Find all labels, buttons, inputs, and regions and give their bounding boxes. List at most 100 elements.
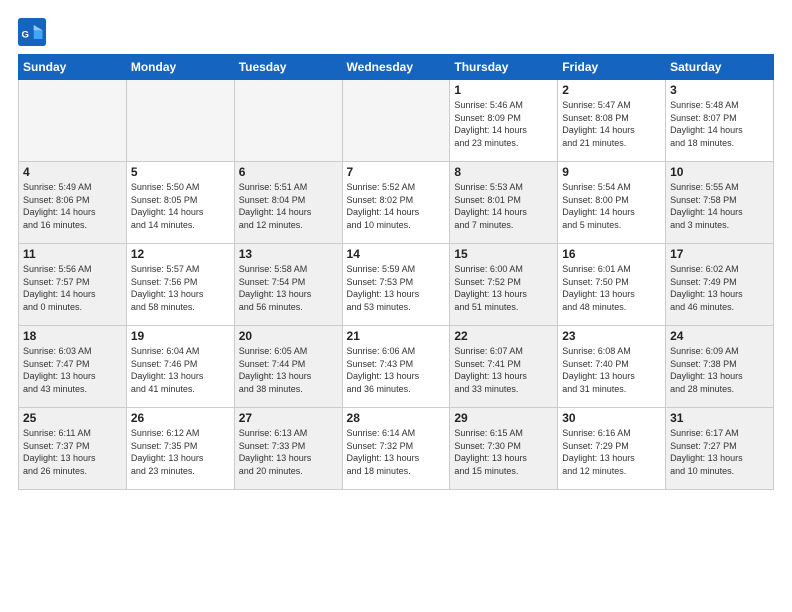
day-number: 9 [562,165,661,179]
calendar-week-2: 4Sunrise: 5:49 AM Sunset: 8:06 PM Daylig… [19,162,774,244]
weekday-header-wednesday: Wednesday [342,55,450,80]
calendar-cell [19,80,127,162]
day-number: 18 [23,329,122,343]
day-info: Sunrise: 5:47 AM Sunset: 8:08 PM Dayligh… [562,99,661,149]
calendar-cell: 3 Sunrise: 5:48 AM Sunset: 8:07 PM Daylig… [666,80,774,162]
calendar-cell: 1Sunrise: 5:46 AM Sunset: 8:09 PM Daylig… [450,80,558,162]
calendar-cell: 14 Sunrise: 5:59 AM Sunset: 7:53 PM Dayli… [342,244,450,326]
calendar-cell [342,80,450,162]
day-info: Sunrise: 6:13 AM Sunset: 7:33 PM Dayligh… [239,427,338,477]
day-info: Sunrise: 6:01 AM Sunset: 7:50 PM Dayligh… [562,263,661,313]
calendar-cell [234,80,342,162]
day-number: 24 [670,329,769,343]
calendar-cell: 25Sunrise: 6:11 AM Sunset: 7:37 PM Dayli… [19,408,127,490]
day-number: 16 [562,247,661,261]
day-info: Sunrise: 5:59 AM Sunset: 7:53 PM Dayligh… [347,263,446,313]
calendar-cell: 5 Sunrise: 5:50 AM Sunset: 8:05 PM Daylig… [126,162,234,244]
page: G SundayMondayTuesdayWednesdayThursdayFr… [0,0,792,612]
calendar-cell: 28Sunrise: 6:14 AM Sunset: 7:32 PM Dayli… [342,408,450,490]
weekday-header-saturday: Saturday [666,55,774,80]
day-info: Sunrise: 6:16 AM Sunset: 7:29 PM Dayligh… [562,427,661,477]
calendar-cell: 16 Sunrise: 6:01 AM Sunset: 7:50 PM Dayli… [558,244,666,326]
day-number: 7 [347,165,446,179]
calendar-cell: 22 Sunrise: 6:07 AM Sunset: 7:41 PM Dayli… [450,326,558,408]
calendar-cell: 18 Sunrise: 6:03 AM Sunset: 7:47 PM Dayli… [19,326,127,408]
day-number: 30 [562,411,661,425]
calendar-week-4: 18 Sunrise: 6:03 AM Sunset: 7:47 PM Dayli… [19,326,774,408]
day-number: 5 [131,165,230,179]
calendar-cell: 30 Sunrise: 6:16 AM Sunset: 7:29 PM Dayli… [558,408,666,490]
weekday-header-friday: Friday [558,55,666,80]
day-number: 19 [131,329,230,343]
day-info: Sunrise: 6:09 AM Sunset: 7:38 PM Dayligh… [670,345,769,395]
weekday-header-sunday: Sunday [19,55,127,80]
calendar-cell: 6 Sunrise: 5:51 AM Sunset: 8:04 PM Daylig… [234,162,342,244]
day-number: 3 [670,83,769,97]
calendar-cell: 10 Sunrise: 5:55 AM Sunset: 7:58 PM Dayli… [666,162,774,244]
calendar-week-5: 25Sunrise: 6:11 AM Sunset: 7:37 PM Dayli… [19,408,774,490]
day-number: 25 [23,411,122,425]
day-info: Sunrise: 6:15 AM Sunset: 7:30 PM Dayligh… [454,427,553,477]
day-number: 22 [454,329,553,343]
day-info: Sunrise: 6:06 AM Sunset: 7:43 PM Dayligh… [347,345,446,395]
calendar-cell: 17 Sunrise: 6:02 AM Sunset: 7:49 PM Dayli… [666,244,774,326]
day-info: Sunrise: 6:03 AM Sunset: 7:47 PM Dayligh… [23,345,122,395]
day-info: Sunrise: 5:55 AM Sunset: 7:58 PM Dayligh… [670,181,769,231]
day-info: Sunrise: 5:51 AM Sunset: 8:04 PM Dayligh… [239,181,338,231]
calendar-cell: 15 Sunrise: 6:00 AM Sunset: 7:52 PM Dayli… [450,244,558,326]
day-info: Sunrise: 5:56 AM Sunset: 7:57 PM Dayligh… [23,263,122,313]
calendar-cell: 13 Sunrise: 5:58 AM Sunset: 7:54 PM Dayli… [234,244,342,326]
svg-text:G: G [22,29,29,40]
day-number: 10 [670,165,769,179]
calendar-cell: 9Sunrise: 5:54 AM Sunset: 8:00 PM Daylig… [558,162,666,244]
day-info: Sunrise: 5:50 AM Sunset: 8:05 PM Dayligh… [131,181,230,231]
day-info: Sunrise: 6:12 AM Sunset: 7:35 PM Dayligh… [131,427,230,477]
calendar-cell [126,80,234,162]
day-number: 29 [454,411,553,425]
day-info: Sunrise: 6:00 AM Sunset: 7:52 PM Dayligh… [454,263,553,313]
day-number: 20 [239,329,338,343]
day-info: Sunrise: 6:02 AM Sunset: 7:49 PM Dayligh… [670,263,769,313]
day-info: Sunrise: 6:04 AM Sunset: 7:46 PM Dayligh… [131,345,230,395]
day-info: Sunrise: 5:57 AM Sunset: 7:56 PM Dayligh… [131,263,230,313]
calendar-cell: 19 Sunrise: 6:04 AM Sunset: 7:46 PM Dayli… [126,326,234,408]
weekday-header-row: SundayMondayTuesdayWednesdayThursdayFrid… [19,55,774,80]
calendar-cell: 29 Sunrise: 6:15 AM Sunset: 7:30 PM Dayli… [450,408,558,490]
calendar-table: SundayMondayTuesdayWednesdayThursdayFrid… [18,54,774,490]
calendar-cell: 11 Sunrise: 5:56 AM Sunset: 7:57 PM Dayli… [19,244,127,326]
calendar-cell: 12 Sunrise: 5:57 AM Sunset: 7:56 PM Dayli… [126,244,234,326]
header: G [18,18,774,46]
weekday-header-tuesday: Tuesday [234,55,342,80]
day-number: 26 [131,411,230,425]
calendar-week-3: 11 Sunrise: 5:56 AM Sunset: 7:57 PM Dayli… [19,244,774,326]
day-number: 6 [239,165,338,179]
day-number: 11 [23,247,122,261]
day-info: Sunrise: 5:53 AM Sunset: 8:01 PM Dayligh… [454,181,553,231]
calendar-cell: 27 Sunrise: 6:13 AM Sunset: 7:33 PM Dayli… [234,408,342,490]
day-number: 23 [562,329,661,343]
day-number: 17 [670,247,769,261]
logo: G [18,18,50,46]
calendar-cell: 20Sunrise: 6:05 AM Sunset: 7:44 PM Dayli… [234,326,342,408]
day-number: 21 [347,329,446,343]
day-number: 14 [347,247,446,261]
day-number: 13 [239,247,338,261]
calendar-cell: 24 Sunrise: 6:09 AM Sunset: 7:38 PM Dayli… [666,326,774,408]
calendar-cell: 7Sunrise: 5:52 AM Sunset: 8:02 PM Daylig… [342,162,450,244]
day-info: Sunrise: 6:17 AM Sunset: 7:27 PM Dayligh… [670,427,769,477]
day-number: 2 [562,83,661,97]
calendar-cell: 2 Sunrise: 5:47 AM Sunset: 8:08 PM Daylig… [558,80,666,162]
day-number: 15 [454,247,553,261]
day-info: Sunrise: 5:48 AM Sunset: 8:07 PM Dayligh… [670,99,769,149]
day-number: 28 [347,411,446,425]
day-number: 12 [131,247,230,261]
weekday-header-monday: Monday [126,55,234,80]
day-info: Sunrise: 6:07 AM Sunset: 7:41 PM Dayligh… [454,345,553,395]
day-info: Sunrise: 5:49 AM Sunset: 8:06 PM Dayligh… [23,181,122,231]
calendar-week-1: 1Sunrise: 5:46 AM Sunset: 8:09 PM Daylig… [19,80,774,162]
day-number: 31 [670,411,769,425]
day-info: Sunrise: 5:58 AM Sunset: 7:54 PM Dayligh… [239,263,338,313]
day-number: 8 [454,165,553,179]
calendar-cell: 21 Sunrise: 6:06 AM Sunset: 7:43 PM Dayli… [342,326,450,408]
day-number: 27 [239,411,338,425]
